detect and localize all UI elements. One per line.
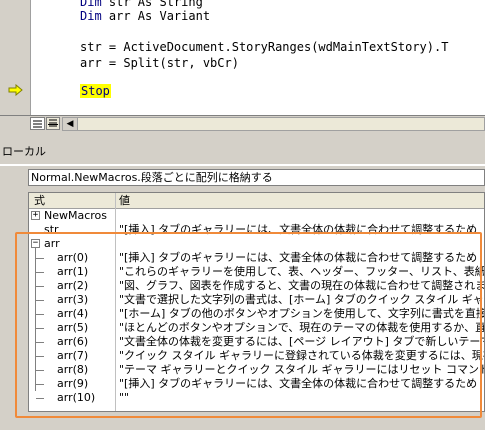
code-footer: ◀ xyxy=(0,115,485,133)
locals-window-title: ローカル xyxy=(0,140,485,164)
grid-header: 式 値 xyxy=(29,193,484,209)
code-line-4: str = ActiveDocument.StoryRanges(wdMainT… xyxy=(80,40,449,54)
column-value[interactable]: 値 xyxy=(119,193,130,208)
code-line-stop: Stop xyxy=(80,84,111,98)
full-module-view-icon xyxy=(48,119,58,127)
tree-row-newmacros[interactable]: + NewMacros xyxy=(29,209,484,223)
locals-context: Normal.NewMacros.段落ごとに配列に格納する xyxy=(28,169,485,186)
column-expression[interactable]: 式 xyxy=(34,193,45,208)
horizontal-scrollbar[interactable]: ◀ xyxy=(62,117,485,131)
procedure-view-icon xyxy=(33,120,42,128)
expand-icon[interactable]: + xyxy=(31,211,40,220)
execution-arrow-icon xyxy=(8,84,23,96)
procedure-view-button[interactable] xyxy=(30,117,45,130)
code-line-1: Dim str As String xyxy=(80,0,203,9)
splitter[interactable] xyxy=(0,132,485,140)
scroll-left-button[interactable]: ◀ xyxy=(63,118,78,130)
code-gutter xyxy=(0,0,31,115)
code-line-5: arr = Split(str, vbCr) xyxy=(80,56,239,70)
full-module-view-button[interactable] xyxy=(46,117,60,130)
code-line-2: Dim arr As Variant xyxy=(80,9,211,23)
code-editor[interactable]: Dim str As String Dim arr As Variant str… xyxy=(0,0,485,115)
annotation-highlight-box xyxy=(15,232,482,418)
